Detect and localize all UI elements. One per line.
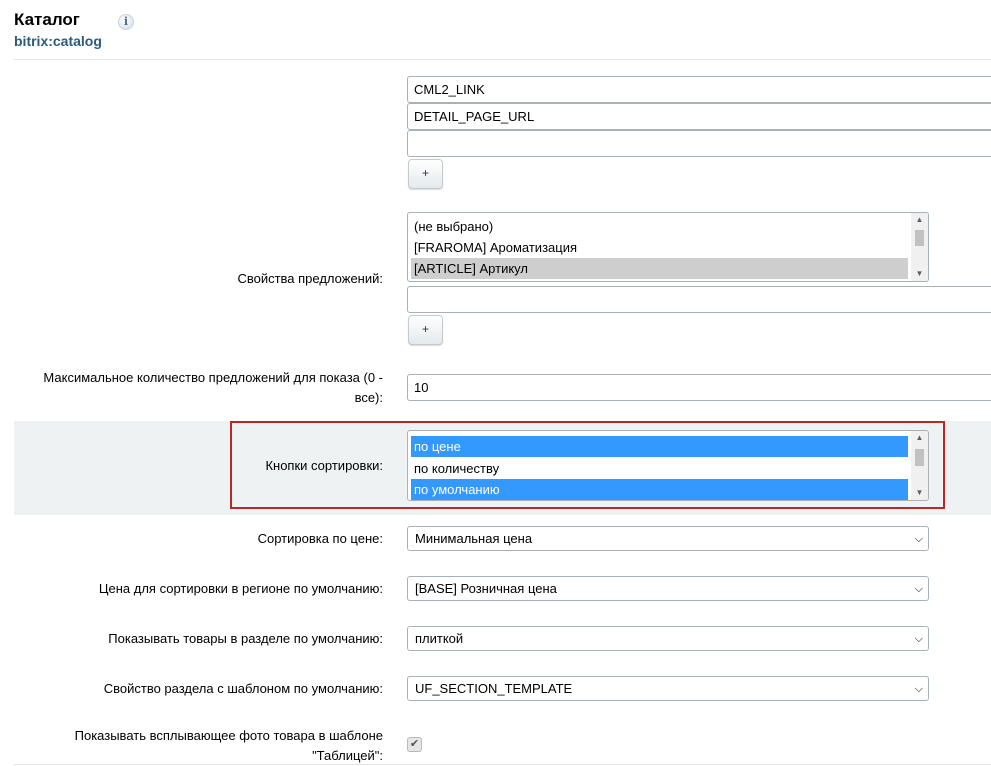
scrollbar-thumb[interactable] [915, 230, 924, 246]
max-offers-input[interactable]: 10 [407, 374, 991, 401]
offer-field-input-2[interactable]: DETAIL_PAGE_URL [407, 103, 991, 130]
offer-properties-listbox[interactable]: (не выбрано) [FRAROMA] Ароматизация [ART… [407, 212, 929, 282]
popup-photo-checkbox[interactable]: ✔ [407, 737, 422, 752]
offer-field-input-1[interactable]: CML2_LINK [407, 76, 991, 103]
list-option[interactable]: (не выбрано) [411, 216, 908, 237]
offer-field-input-3[interactable] [407, 130, 991, 157]
section-template-value: UF_SECTION_TEMPLATE [415, 681, 573, 696]
offer-properties-label: Свойства предложений: [237, 271, 383, 286]
chevron-down-icon: ⌵ [914, 533, 923, 545]
section-view-value: плиткой [415, 631, 464, 646]
list-option-selected[interactable]: [ARTICLE] Артикул [411, 258, 908, 279]
header-divider [14, 59, 991, 60]
highlight-frame [230, 421, 945, 509]
section-template-select[interactable]: UF_SECTION_TEMPLATE ⌵ [407, 676, 929, 701]
price-sort-label: Сортировка по цене: [257, 531, 383, 546]
popup-photo-label-line2: "Таблицей": [312, 748, 383, 763]
region-price-value: [BASE] Розничная цена [415, 581, 557, 596]
scroll-up-icon[interactable]: ▲ [911, 213, 928, 227]
page-title: Каталог [14, 10, 80, 29]
chevron-down-icon: ⌵ [914, 683, 923, 695]
price-sort-select[interactable]: Минимальная цена ⌵ [407, 526, 929, 551]
component-code: bitrix:catalog [14, 33, 102, 49]
section-template-label: Свойство раздела с шаблоном по умолчанию… [103, 681, 383, 696]
section-view-label: Показывать товары в разделе по умолчанию… [108, 631, 383, 646]
list-option[interactable]: [FRAROMA] Ароматизация [411, 237, 908, 258]
add-offer-field-button[interactable]: + [408, 159, 443, 189]
max-offers-label-line2: все): [354, 390, 383, 405]
region-price-select[interactable]: [BASE] Розничная цена ⌵ [407, 576, 929, 601]
popup-photo-label-line1: Показывать всплывающее фото товара в шаб… [74, 728, 383, 743]
add-offer-property-button[interactable]: + [408, 315, 443, 345]
chevron-down-icon: ⌵ [914, 583, 923, 595]
scroll-down-icon[interactable]: ▼ [911, 267, 928, 281]
bottom-divider [14, 764, 991, 765]
section-view-select[interactable]: плиткой ⌵ [407, 626, 929, 651]
offer-property-extra-input[interactable] [407, 286, 991, 313]
popup-photo-label: Показывать всплывающее фото товара в шаб… [23, 726, 383, 766]
info-icon[interactable]: i [118, 14, 134, 30]
max-offers-label: Максимальное количество предложений для … [23, 368, 383, 408]
price-sort-value: Минимальная цена [415, 531, 533, 546]
max-offers-label-line1: Максимальное количество предложений для … [43, 370, 383, 385]
region-price-label: Цена для сортировки в регионе по умолчан… [98, 581, 383, 596]
chevron-down-icon: ⌵ [914, 633, 923, 645]
listbox-scrollbar[interactable]: ▲ ▼ [911, 213, 928, 281]
checkmark-icon: ✔ [409, 738, 420, 750]
